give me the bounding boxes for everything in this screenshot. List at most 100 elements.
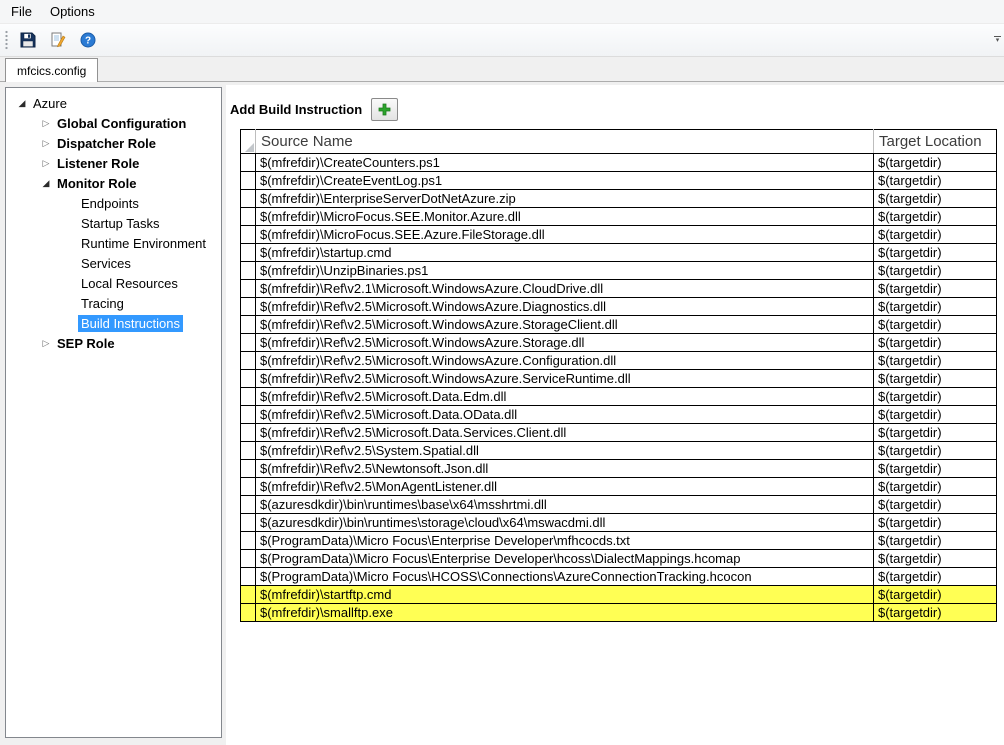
row-header-cell[interactable] bbox=[241, 226, 256, 244]
table-row[interactable]: $(azuresdkdir)\bin\runtimes\storage\clou… bbox=[241, 514, 997, 532]
target-location-cell[interactable]: $(targetdir) bbox=[874, 298, 997, 316]
expander-icon[interactable]: ▷ bbox=[38, 338, 54, 349]
toolbar-grip[interactable] bbox=[5, 30, 8, 50]
tree-item-sep-role[interactable]: ▷ SEP Role bbox=[6, 333, 221, 353]
table-row[interactable]: $(mfrefdir)\Ref\v2.5\Microsoft.Data.Edm.… bbox=[241, 388, 997, 406]
row-header-cell[interactable] bbox=[241, 568, 256, 586]
row-header-cell[interactable] bbox=[241, 442, 256, 460]
row-header-cell[interactable] bbox=[241, 208, 256, 226]
tree-item-azure[interactable]: ◢ Azure bbox=[6, 93, 221, 113]
target-location-cell[interactable]: $(targetdir) bbox=[874, 442, 997, 460]
table-row[interactable]: $(ProgramData)\Micro Focus\HCOSS\Connect… bbox=[241, 568, 997, 586]
tree-item-startup-tasks[interactable]: Startup Tasks bbox=[6, 213, 221, 233]
tree-item-build-instructions[interactable]: Build Instructions bbox=[6, 313, 221, 333]
tree-item-endpoints[interactable]: Endpoints bbox=[6, 193, 221, 213]
table-row[interactable]: $(mfrefdir)\MicroFocus.SEE.Monitor.Azure… bbox=[241, 208, 997, 226]
toolbar-overflow-button[interactable]: ▾ bbox=[991, 24, 1004, 56]
source-name-cell[interactable]: $(mfrefdir)\Ref\v2.5\Microsoft.WindowsAz… bbox=[256, 334, 874, 352]
table-row[interactable]: $(mfrefdir)\Ref\v2.5\MonAgentListener.dl… bbox=[241, 478, 997, 496]
target-location-cell[interactable]: $(targetdir) bbox=[874, 280, 997, 298]
table-row[interactable]: $(mfrefdir)\Ref\v2.5\Microsoft.WindowsAz… bbox=[241, 334, 997, 352]
source-name-cell[interactable]: $(mfrefdir)\UnzipBinaries.ps1 bbox=[256, 262, 874, 280]
tree-item-label[interactable]: SEP Role bbox=[54, 335, 118, 352]
row-header-cell[interactable] bbox=[241, 334, 256, 352]
target-location-cell[interactable]: $(targetdir) bbox=[874, 316, 997, 334]
target-location-cell[interactable]: $(targetdir) bbox=[874, 460, 997, 478]
row-header-cell[interactable] bbox=[241, 298, 256, 316]
table-row[interactable]: $(mfrefdir)\CreateEventLog.ps1 $(targetd… bbox=[241, 172, 997, 190]
table-row[interactable]: $(mfrefdir)\Ref\v2.5\Microsoft.Data.Serv… bbox=[241, 424, 997, 442]
target-location-cell[interactable]: $(targetdir) bbox=[874, 262, 997, 280]
row-header-cell[interactable] bbox=[241, 172, 256, 190]
column-header-source-name[interactable]: Source Name bbox=[256, 130, 874, 154]
table-row[interactable]: $(mfrefdir)\MicroFocus.SEE.Azure.FileSto… bbox=[241, 226, 997, 244]
target-location-cell[interactable]: $(targetdir) bbox=[874, 190, 997, 208]
source-name-cell[interactable]: $(mfrefdir)\CreateEventLog.ps1 bbox=[256, 172, 874, 190]
row-header-cell[interactable] bbox=[241, 514, 256, 532]
source-name-cell[interactable]: $(mfrefdir)\MicroFocus.SEE.Monitor.Azure… bbox=[256, 208, 874, 226]
tree-item-label[interactable]: Build Instructions bbox=[78, 315, 183, 332]
source-name-cell[interactable]: $(mfrefdir)\Ref\v2.5\System.Spatial.dll bbox=[256, 442, 874, 460]
source-name-cell[interactable]: $(mfrefdir)\EnterpriseServerDotNetAzure.… bbox=[256, 190, 874, 208]
tree-item-runtime-environment[interactable]: Runtime Environment bbox=[6, 233, 221, 253]
add-build-instruction-button[interactable] bbox=[371, 98, 398, 121]
source-name-cell[interactable]: $(mfrefdir)\startftp.cmd bbox=[256, 586, 874, 604]
source-name-cell[interactable]: $(mfrefdir)\Ref\v2.5\Microsoft.Data.Edm.… bbox=[256, 388, 874, 406]
tree-item-label[interactable]: Azure bbox=[30, 95, 70, 112]
menu-options[interactable]: Options bbox=[41, 1, 104, 22]
source-name-cell[interactable]: $(azuresdkdir)\bin\runtimes\base\x64\mss… bbox=[256, 496, 874, 514]
target-location-cell[interactable]: $(targetdir) bbox=[874, 370, 997, 388]
source-name-cell[interactable]: $(mfrefdir)\Ref\v2.5\Microsoft.WindowsAz… bbox=[256, 316, 874, 334]
tree-item-services[interactable]: Services bbox=[6, 253, 221, 273]
tree-item-global-configuration[interactable]: ▷ Global Configuration bbox=[6, 113, 221, 133]
source-name-cell[interactable]: $(ProgramData)\Micro Focus\Enterprise De… bbox=[256, 550, 874, 568]
table-row[interactable]: $(mfrefdir)\Ref\v2.5\System.Spatial.dll … bbox=[241, 442, 997, 460]
target-location-cell[interactable]: $(targetdir) bbox=[874, 478, 997, 496]
target-location-cell[interactable]: $(targetdir) bbox=[874, 388, 997, 406]
tree-item-monitor-role[interactable]: ◢ Monitor Role bbox=[6, 173, 221, 193]
table-row[interactable]: $(ProgramData)\Micro Focus\Enterprise De… bbox=[241, 550, 997, 568]
table-row[interactable]: $(azuresdkdir)\bin\runtimes\base\x64\mss… bbox=[241, 496, 997, 514]
expander-icon[interactable]: ▷ bbox=[38, 118, 54, 129]
target-location-cell[interactable]: $(targetdir) bbox=[874, 424, 997, 442]
source-name-cell[interactable]: $(ProgramData)\Micro Focus\HCOSS\Connect… bbox=[256, 568, 874, 586]
help-button[interactable]: ? bbox=[74, 27, 101, 53]
expander-icon[interactable]: ◢ bbox=[14, 98, 30, 109]
row-header-cell[interactable] bbox=[241, 550, 256, 568]
source-name-cell[interactable]: $(mfrefdir)\Ref\v2.5\Microsoft.WindowsAz… bbox=[256, 352, 874, 370]
table-row[interactable]: $(mfrefdir)\Ref\v2.1\Microsoft.WindowsAz… bbox=[241, 280, 997, 298]
tree-item-local-resources[interactable]: Local Resources bbox=[6, 273, 221, 293]
source-name-cell[interactable]: $(mfrefdir)\CreateCounters.ps1 bbox=[256, 154, 874, 172]
row-header-cell[interactable] bbox=[241, 190, 256, 208]
tree-item-dispatcher-role[interactable]: ▷ Dispatcher Role bbox=[6, 133, 221, 153]
target-location-cell[interactable]: $(targetdir) bbox=[874, 586, 997, 604]
source-name-cell[interactable]: $(mfrefdir)\Ref\v2.1\Microsoft.WindowsAz… bbox=[256, 280, 874, 298]
tree-item-label[interactable]: Tracing bbox=[78, 295, 127, 312]
target-location-cell[interactable]: $(targetdir) bbox=[874, 244, 997, 262]
table-row[interactable]: $(mfrefdir)\smallftp.exe $(targetdir) bbox=[241, 604, 997, 622]
source-name-cell[interactable]: $(mfrefdir)\smallftp.exe bbox=[256, 604, 874, 622]
edit-config-button[interactable] bbox=[44, 27, 71, 53]
table-row[interactable]: $(mfrefdir)\UnzipBinaries.ps1 $(targetdi… bbox=[241, 262, 997, 280]
target-location-cell[interactable]: $(targetdir) bbox=[874, 550, 997, 568]
source-name-cell[interactable]: $(mfrefdir)\Ref\v2.5\Microsoft.Data.Serv… bbox=[256, 424, 874, 442]
row-header-cell[interactable] bbox=[241, 604, 256, 622]
target-location-cell[interactable]: $(targetdir) bbox=[874, 514, 997, 532]
select-all-corner[interactable] bbox=[241, 130, 256, 154]
table-row[interactable]: $(mfrefdir)\Ref\v2.5\Microsoft.WindowsAz… bbox=[241, 370, 997, 388]
tree-item-label[interactable]: Endpoints bbox=[78, 195, 142, 212]
tree-item-label[interactable]: Services bbox=[78, 255, 134, 272]
row-header-cell[interactable] bbox=[241, 460, 256, 478]
expander-icon[interactable]: ▷ bbox=[38, 138, 54, 149]
tree-item-label[interactable]: Dispatcher Role bbox=[54, 135, 159, 152]
source-name-cell[interactable]: $(mfrefdir)\Ref\v2.5\Microsoft.WindowsAz… bbox=[256, 370, 874, 388]
menu-file[interactable]: File bbox=[2, 1, 41, 22]
tree-item-tracing[interactable]: Tracing bbox=[6, 293, 221, 313]
target-location-cell[interactable]: $(targetdir) bbox=[874, 532, 997, 550]
source-name-cell[interactable]: $(mfrefdir)\Ref\v2.5\Newtonsoft.Json.dll bbox=[256, 460, 874, 478]
expander-icon[interactable]: ▷ bbox=[38, 158, 54, 169]
save-button[interactable] bbox=[14, 27, 41, 53]
row-header-cell[interactable] bbox=[241, 154, 256, 172]
target-location-cell[interactable]: $(targetdir) bbox=[874, 496, 997, 514]
table-row[interactable]: $(mfrefdir)\Ref\v2.5\Microsoft.WindowsAz… bbox=[241, 352, 997, 370]
